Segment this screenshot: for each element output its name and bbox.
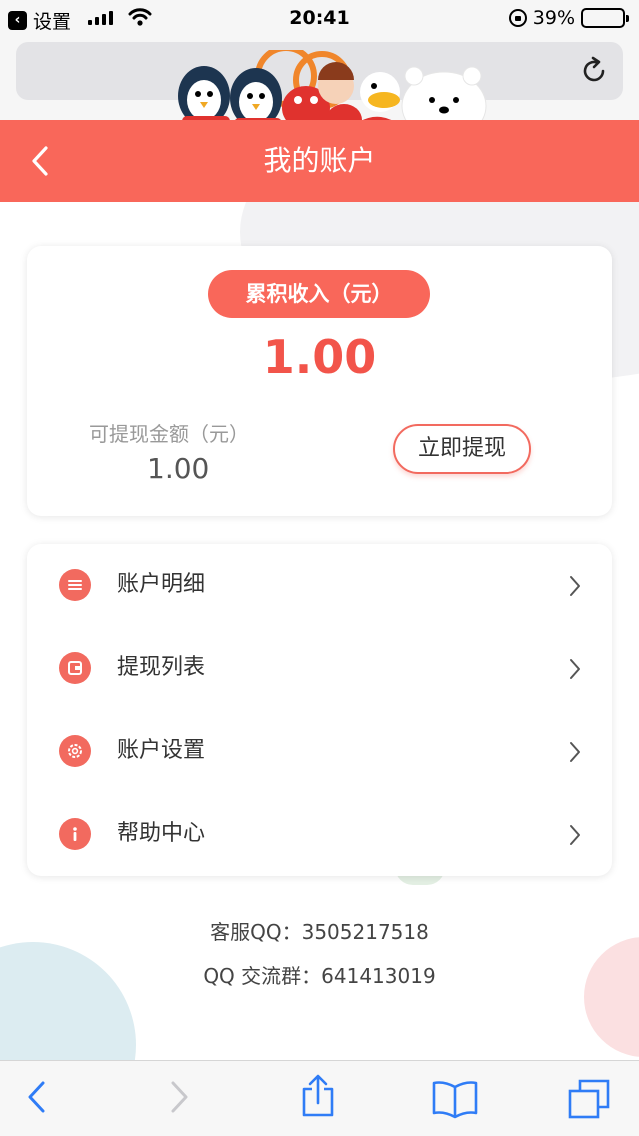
menu-item-label: 提现列表	[117, 655, 206, 680]
list-icon	[59, 569, 91, 601]
browser-forward-icon[interactable]	[166, 1077, 192, 1117]
status-bar: ‹ 设置 20:41 39%	[0, 0, 639, 36]
menu-item-account-details[interactable]: 账户明细	[27, 544, 612, 627]
menu-item-label: 账户明细	[117, 572, 206, 597]
chevron-right-icon	[570, 742, 580, 762]
tabs-icon[interactable]	[566, 1077, 614, 1121]
reload-icon[interactable]	[579, 56, 609, 86]
menu-item-help-center[interactable]: 帮助中心	[27, 793, 612, 876]
menu-item-account-settings[interactable]: 账户设置	[27, 710, 612, 793]
menu-item-withdraw-list[interactable]: 提现列表	[27, 627, 612, 710]
withdraw-now-button[interactable]: 立即提现	[393, 424, 531, 474]
browser-toolbar	[0, 1060, 639, 1136]
info-icon	[59, 818, 91, 850]
page-header: 我的账户	[0, 120, 639, 202]
chevron-right-icon	[570, 659, 580, 679]
background-circle-pink	[584, 937, 639, 1057]
qq-group: QQ 交流群：641413019	[203, 964, 436, 988]
gear-icon	[59, 735, 91, 767]
total-income-value: 1.00	[262, 330, 377, 384]
total-income-badge: 累积收入（元）	[208, 270, 430, 318]
available-amount-value: 1.00	[147, 452, 210, 485]
chevron-right-icon	[570, 825, 580, 845]
menu-item-label: 帮助中心	[117, 821, 206, 846]
rotation-lock-icon	[508, 9, 527, 27]
page-title: 我的账户	[263, 144, 376, 177]
browser-back-icon[interactable]	[24, 1077, 50, 1117]
battery-percent: 39%	[532, 7, 575, 29]
earnings-card: 累积收入（元） 1.00 可提现金额（元） 1.00 立即提现	[27, 246, 612, 516]
account-menu: 账户明细 提现列表 账户设置 帮助中心	[27, 544, 612, 876]
bookmarks-icon[interactable]	[430, 1079, 480, 1119]
customer-service-qq: 客服QQ：3505217518	[210, 920, 429, 944]
share-icon[interactable]	[298, 1073, 338, 1119]
chevron-right-icon	[570, 576, 580, 596]
available-amount-label: 可提现金额（元）	[89, 422, 249, 446]
browser-address-bar	[0, 36, 639, 144]
battery-icon	[581, 8, 629, 28]
wallet-icon	[59, 652, 91, 684]
menu-item-label: 账户设置	[117, 738, 206, 763]
